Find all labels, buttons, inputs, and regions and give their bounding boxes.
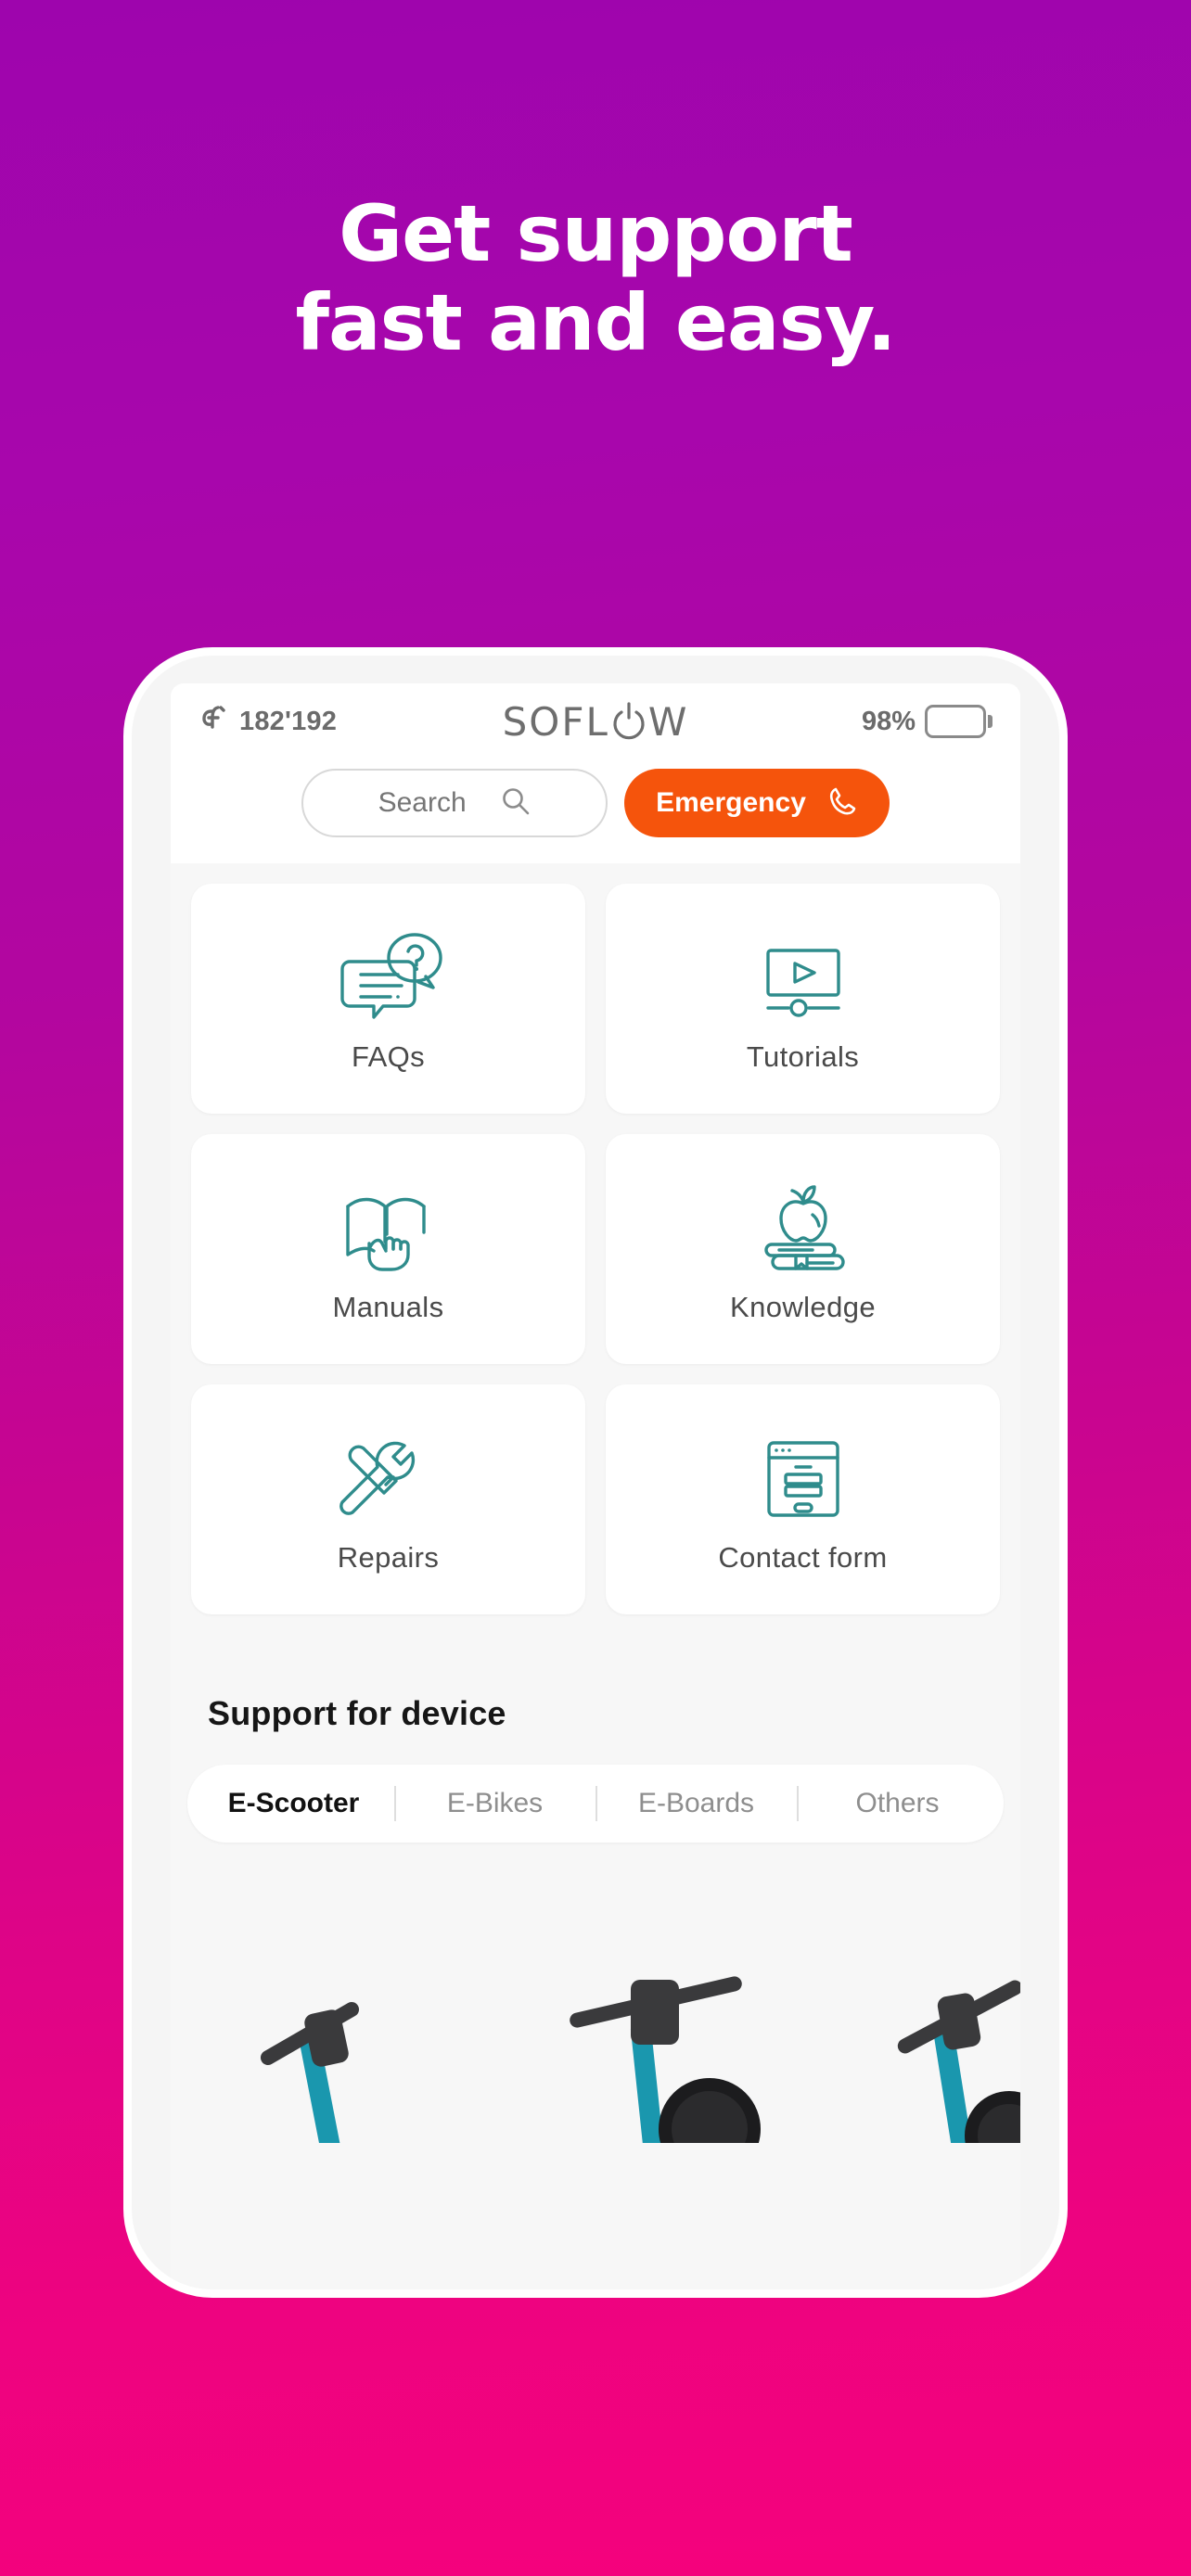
soflow-logo: SOFL W [375, 699, 816, 745]
brand-text-part1: SOFL [502, 698, 609, 745]
tile-tutorials[interactable]: Tutorials [606, 884, 1000, 1114]
scooter-image-3[interactable] [876, 1948, 1020, 2143]
apple-books-icon [751, 1174, 855, 1283]
battery-icon [925, 705, 992, 738]
tile-label: Manuals [332, 1291, 444, 1323]
search-row: Search Emergency [171, 759, 1020, 863]
tile-faqs[interactable]: FAQs [191, 884, 585, 1114]
brand-text-part2: W [647, 698, 689, 745]
search-input[interactable]: Search [301, 769, 608, 837]
tile-label: Knowledge [730, 1291, 876, 1323]
phone-icon [826, 785, 858, 822]
search-icon[interactable] [500, 785, 531, 822]
tab-e-scooter[interactable]: E-Scooter [193, 1788, 394, 1819]
scooter-image-1[interactable] [236, 1958, 430, 2143]
tile-manuals[interactable]: Manuals [191, 1134, 585, 1364]
tab-e-bikes[interactable]: E-Bikes [394, 1788, 596, 1819]
device-carousel[interactable] [171, 1865, 1020, 2143]
tile-label: Tutorials [746, 1040, 860, 1073]
device-tabs-wrap: E-Scooter E-Bikes E-Boards Others [171, 1733, 1020, 1843]
video-play-icon [751, 924, 855, 1033]
emergency-button-label: Emergency [656, 787, 806, 818]
emergency-button[interactable]: Emergency [624, 769, 890, 837]
odometer-value: 182'192 [239, 706, 338, 736]
battery-indicator: 98% [816, 705, 992, 738]
tile-repairs[interactable]: Repairs [191, 1384, 585, 1614]
browser-form-icon [756, 1424, 851, 1534]
app-screen: 182'192 SOFL W 98% Search Emergency FAQs… [171, 683, 1020, 2289]
chat-question-icon [329, 924, 448, 1033]
headline-line-2: fast and easy. [295, 276, 896, 368]
open-book-hand-icon [335, 1174, 442, 1283]
support-tile-grid: FAQs Tutorials Manuals Knowledge Repairs… [171, 863, 1020, 1614]
soflow-mark-icon [198, 702, 230, 741]
scooter-image-2[interactable] [542, 1939, 783, 2143]
tile-label: Contact form [718, 1541, 888, 1574]
search-placeholder: Search [378, 787, 467, 818]
tile-label: Repairs [337, 1541, 440, 1574]
wrench-screwdriver-icon [334, 1424, 443, 1534]
phone-frame: 182'192 SOFL W 98% Search Emergency FAQs… [123, 647, 1068, 2298]
device-tabs: E-Scooter E-Bikes E-Boards Others [187, 1765, 1004, 1843]
tile-contact-form[interactable]: Contact form [606, 1384, 1000, 1614]
tab-e-boards[interactable]: E-Boards [596, 1788, 797, 1819]
promo-headline: Get support fast and easy. [0, 188, 1191, 368]
odometer: 182'192 [198, 702, 375, 741]
tile-label: FAQs [351, 1040, 426, 1073]
promo-screenshot: Get support fast and easy. 182'192 SOFL … [0, 0, 1191, 2576]
app-statusbar: 182'192 SOFL W 98% [171, 683, 1020, 759]
power-icon [611, 701, 647, 742]
tile-knowledge[interactable]: Knowledge [606, 1134, 1000, 1364]
headline-line-1: Get support [339, 188, 853, 279]
tab-others[interactable]: Others [797, 1788, 998, 1819]
battery-percent-label: 98% [861, 706, 916, 736]
device-section-title: Support for device [171, 1614, 1020, 1733]
